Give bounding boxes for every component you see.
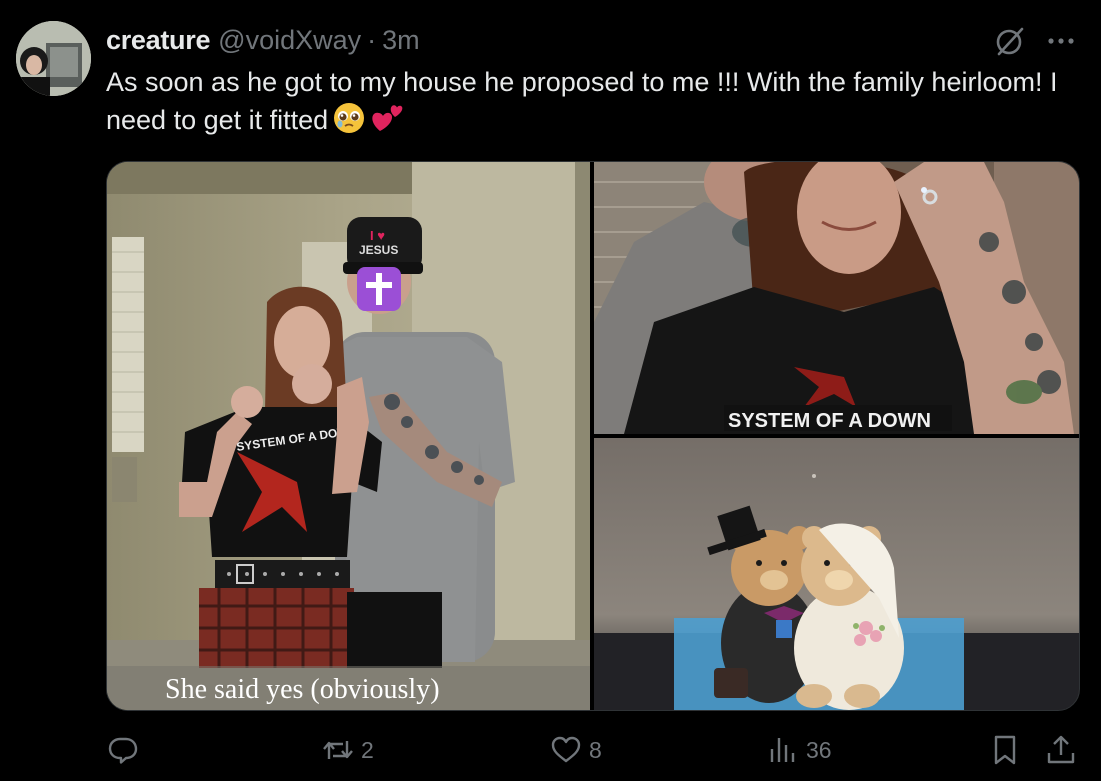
repost-button[interactable]: 2 [321, 730, 374, 770]
user-handle[interactable]: @voidXway [218, 25, 361, 56]
timestamp[interactable]: 3m [382, 25, 420, 56]
like-count: 8 [589, 736, 602, 763]
ring-hand-photo-image: SYSTEM OF A DOWN [594, 162, 1079, 434]
share-button[interactable] [1044, 730, 1078, 770]
tweet: creature @voidXway · 3m As soon as he go… [0, 0, 1101, 781]
share-icon [1044, 733, 1078, 767]
bookmark-icon [988, 733, 1022, 767]
repost-count: 2 [361, 736, 374, 763]
bear-figurine-photo[interactable] [594, 438, 1079, 710]
two-hearts-icon [370, 101, 404, 135]
shirt-text-2: SYSTEM OF A DOWN [728, 410, 931, 432]
reply-button[interactable] [106, 730, 146, 770]
more-options-icon[interactable] [1044, 27, 1078, 55]
separator-dot: · [367, 24, 377, 55]
avatar[interactable] [16, 21, 91, 96]
media-grid: I ♥ JESUS SYSTEM OF A DOWN She said yes … [106, 161, 1080, 711]
bear-figurine-photo-image [594, 438, 1079, 710]
photo-caption: She said yes (obviously) [165, 674, 440, 705]
couple-photo[interactable]: I ♥ JESUS SYSTEM OF A DOWN She said yes … [107, 162, 590, 710]
couple-photo-image: I ♥ JESUS SYSTEM OF A DOWN [107, 162, 590, 710]
tweet-header: creature @voidXway · 3m [106, 24, 420, 56]
tweet-body: As soon as he got to my house he propose… [106, 67, 1058, 135]
ring-hand-photo[interactable]: SYSTEM OF A DOWN [594, 162, 1079, 434]
avatar-image [16, 21, 91, 96]
pleading-face-icon [332, 101, 366, 135]
reply-icon [106, 733, 140, 767]
svg-text:JESUS: JESUS [359, 243, 398, 257]
bookmark-button[interactable] [988, 730, 1022, 770]
views-icon [766, 733, 800, 767]
views-button[interactable]: 36 [766, 730, 832, 770]
display-name[interactable]: creature [106, 25, 210, 56]
action-bar: 2 8 36 [106, 730, 1078, 770]
repost-icon [321, 733, 355, 767]
grok-icon[interactable] [993, 24, 1027, 58]
views-count: 36 [806, 736, 832, 763]
svg-text:I ♥: I ♥ [370, 228, 385, 243]
heart-icon [549, 733, 583, 767]
like-button[interactable]: 8 [549, 730, 602, 770]
tweet-text: As soon as he got to my house he propose… [106, 64, 1066, 139]
